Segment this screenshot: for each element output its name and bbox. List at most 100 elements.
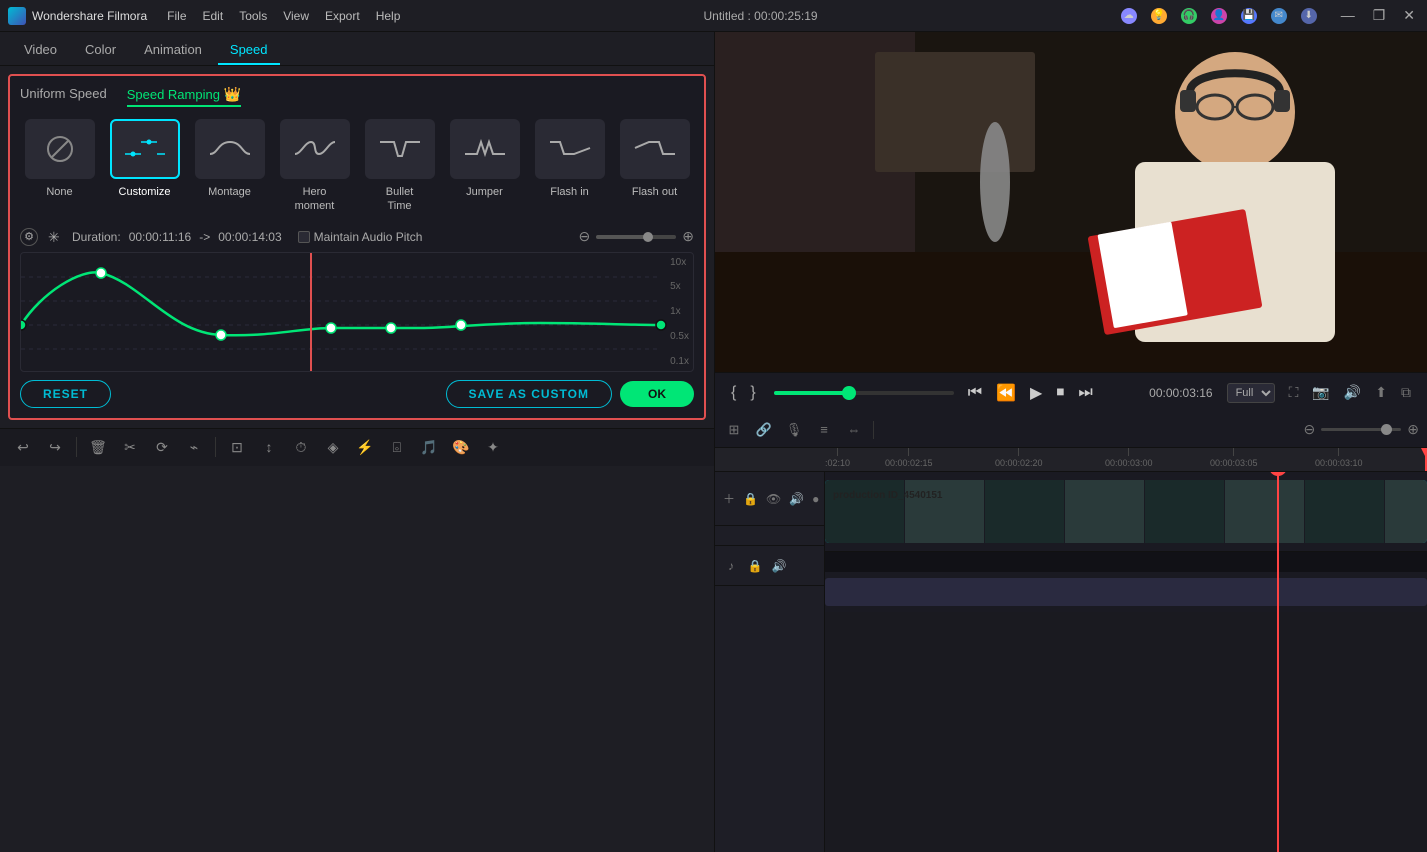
tab-speed[interactable]: Speed xyxy=(218,38,280,65)
preset-bullet-time-icon[interactable] xyxy=(365,119,435,179)
preset-montage-icon[interactable] xyxy=(195,119,265,179)
color-track-icon[interactable]: ● xyxy=(812,491,819,507)
save-custom-button[interactable]: SAVE AS CUSTOM xyxy=(446,380,612,408)
screenshot-icon[interactable]: 📷 xyxy=(1312,384,1329,401)
add-track-icon[interactable]: ＋ xyxy=(723,491,735,507)
preset-flash-in[interactable]: Flash in xyxy=(530,119,609,214)
download-icon[interactable]: ⬇ xyxy=(1301,8,1317,24)
subtitles-icon[interactable]: ≡ xyxy=(813,419,835,441)
ruler-mark-3: 00:00:03:00 xyxy=(1105,448,1153,471)
cut-icon[interactable]: ✂ xyxy=(119,436,141,458)
voiceover-icon[interactable]: 🎙 xyxy=(783,419,805,441)
bulb-icon[interactable]: 💡 xyxy=(1151,8,1167,24)
menu-file[interactable]: File xyxy=(167,9,186,23)
menu-export[interactable]: Export xyxy=(325,9,360,23)
maximize-button[interactable]: ❐ xyxy=(1369,7,1390,24)
save-icon[interactable]: 💾 xyxy=(1241,8,1257,24)
restore-icon[interactable]: ⟳ xyxy=(151,436,173,458)
preset-montage[interactable]: Montage xyxy=(190,119,269,214)
audio-icon[interactable]: 🎵 xyxy=(418,436,440,458)
tab-animation[interactable]: Animation xyxy=(132,38,214,65)
speed-graph[interactable]: 10x 5x 1x 0.5x 0.1x xyxy=(20,252,694,372)
redo-icon[interactable]: ↪ xyxy=(44,436,66,458)
zoom-in-button[interactable]: ⊕ xyxy=(1407,421,1419,438)
zoom-in-icon[interactable]: ⊕ xyxy=(682,228,694,245)
preset-hero-moment[interactable]: Hero moment xyxy=(275,119,354,214)
ok-button[interactable]: OK xyxy=(620,381,694,407)
preset-flash-in-icon[interactable] xyxy=(535,119,605,179)
timer-icon[interactable]: ⏱ xyxy=(290,436,312,458)
speed-ramping-tab[interactable]: Speed Ramping 👑 xyxy=(127,86,241,107)
volume-track-icon[interactable]: 🔊 xyxy=(789,491,804,507)
preset-none-icon[interactable] xyxy=(25,119,95,179)
preset-flash-out-icon[interactable] xyxy=(620,119,690,179)
snap-icon[interactable]: ⊞ xyxy=(723,419,745,441)
lock-icon[interactable]: 🔒 xyxy=(743,491,758,507)
reset-button[interactable]: RESET xyxy=(20,380,111,408)
export-frame-icon[interactable]: ⬆ xyxy=(1375,384,1387,401)
zoom-slider[interactable] xyxy=(1321,428,1401,431)
mute-video-icon[interactable]: 👁 xyxy=(766,491,781,507)
zoom-out-icon[interactable]: ⊖ xyxy=(579,228,591,245)
menu-tools[interactable]: Tools xyxy=(239,9,267,23)
preset-customize-icon[interactable] xyxy=(110,119,180,179)
preset-jumper-icon[interactable] xyxy=(450,119,520,179)
video-clip[interactable]: production ID_4540151 xyxy=(825,480,1427,543)
settings-icon[interactable]: ⚙ xyxy=(20,228,38,246)
menu-help[interactable]: Help xyxy=(376,9,401,23)
cloud-icon[interactable]: ☁ xyxy=(1121,8,1137,24)
ai-icon[interactable]: ✦ xyxy=(482,436,504,458)
maintain-pitch-checkbox[interactable] xyxy=(298,231,310,243)
pip-icon[interactable]: ⧉ xyxy=(1401,384,1411,401)
step-back-button[interactable]: ⏪ xyxy=(996,383,1016,403)
tab-video[interactable]: Video xyxy=(12,38,69,65)
speed-graph-zoom-slider[interactable] xyxy=(596,235,676,239)
preset-bullet-time[interactable]: Bullet Time xyxy=(360,119,439,214)
undo-icon[interactable]: ↩ xyxy=(12,436,34,458)
preset-customize[interactable]: Customize xyxy=(105,119,184,214)
rewind-button[interactable]: ⏮ xyxy=(968,384,982,402)
fit-icon[interactable]: ⇔ xyxy=(843,419,865,441)
headset-icon[interactable]: 🎧 xyxy=(1181,8,1197,24)
speed-curve-svg xyxy=(21,253,681,372)
mute-audio-icon[interactable]: 🔊 xyxy=(771,558,787,574)
close-button[interactable]: ✕ xyxy=(1399,7,1419,24)
uniform-speed-tab[interactable]: Uniform Speed xyxy=(20,86,107,107)
quality-select[interactable]: Full 1/2 1/4 xyxy=(1227,383,1275,403)
speed-icon[interactable]: ⚡ xyxy=(354,436,376,458)
minimize-button[interactable]: — xyxy=(1337,7,1359,24)
out-point-icon[interactable]: } xyxy=(750,384,755,402)
delete-icon[interactable]: 🗑 xyxy=(87,436,109,458)
volume-icon[interactable]: 🔊 xyxy=(1344,384,1361,401)
fast-forward-button[interactable]: ⏭ xyxy=(1078,384,1092,402)
preview-progress-slider[interactable] xyxy=(774,391,954,395)
music-icon[interactable]: ♪ xyxy=(723,558,739,574)
preset-jumper[interactable]: Jumper xyxy=(445,119,524,214)
lock-audio-icon[interactable]: 🔒 xyxy=(747,558,763,574)
menu-edit[interactable]: Edit xyxy=(203,9,224,23)
thumb-3 xyxy=(985,480,1065,543)
tab-color[interactable]: Color xyxy=(73,38,128,65)
trim-icon[interactable]: ⌁ xyxy=(183,436,205,458)
color-icon[interactable]: 🎨 xyxy=(450,436,472,458)
transform-icon[interactable]: ↕ xyxy=(258,436,280,458)
link-icon[interactable]: 🔗 xyxy=(753,419,775,441)
preset-none[interactable]: None xyxy=(20,119,99,214)
audio-track xyxy=(825,572,1427,612)
audio-clip[interactable] xyxy=(825,578,1427,606)
user-icon[interactable]: 👤 xyxy=(1211,8,1227,24)
play-button[interactable]: ▶ xyxy=(1030,383,1042,403)
stop-button[interactable]: ⏹ xyxy=(1056,384,1064,402)
crop-icon[interactable]: ⊡ xyxy=(226,436,248,458)
preset-hero-moment-icon[interactable] xyxy=(280,119,350,179)
zoom-out-button[interactable]: ⊖ xyxy=(1304,421,1316,438)
menu-view[interactable]: View xyxy=(283,9,309,23)
maintain-pitch-label: Maintain Audio Pitch xyxy=(314,230,423,244)
stabilize-icon[interactable]: ⌻ xyxy=(386,436,408,458)
mail-icon[interactable]: ✉ xyxy=(1271,8,1287,24)
fullscreen-icon[interactable]: ⛶ xyxy=(1289,384,1299,401)
mask-icon[interactable]: ◈ xyxy=(322,436,344,458)
thumb-6 xyxy=(1225,480,1305,543)
preset-flash-out[interactable]: Flash out xyxy=(615,119,694,214)
in-point-icon[interactable]: { xyxy=(731,384,736,402)
